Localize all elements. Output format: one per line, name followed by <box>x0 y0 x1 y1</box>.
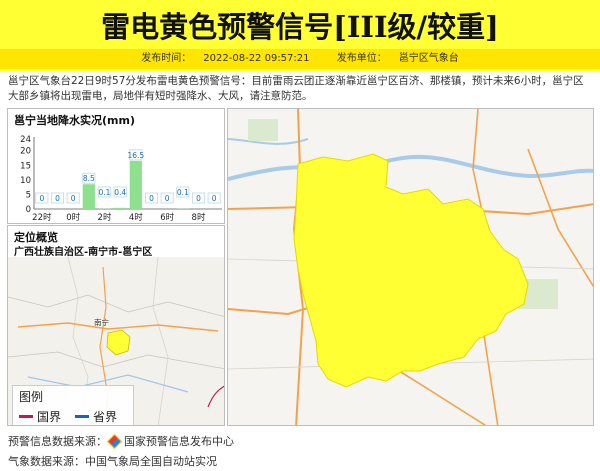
meta-bar: 发布时间： 2022-08-22 09:57:21 发布单位： 邕宁区气象台 <box>0 49 600 69</box>
rain-value-label: 0 <box>55 194 60 203</box>
rain-bar <box>129 160 142 209</box>
publisher: 发布单位： 邕宁区气象台 <box>331 53 465 64</box>
detail-map[interactable] <box>227 108 594 426</box>
rain-bar <box>82 184 95 209</box>
warning-source-value: 国家预警信息发布中心 <box>124 435 234 448</box>
warning-source-label: 预警信息数据来源： <box>8 435 107 448</box>
rain-value-label: 0 <box>39 194 44 203</box>
publisher-value: 邕宁区气象台 <box>398 53 459 64</box>
footer-warning-source: 预警信息数据来源： 国家预警信息发布中心 <box>8 433 234 449</box>
rain-value-label: 0 <box>71 194 76 203</box>
rain-value-label: 0.1 <box>99 188 111 197</box>
rainfall-chart: 24201510500 0 08.50.1 0.416.50 00.10 022时 0时 2时… <box>20 135 222 223</box>
national-border-swatch <box>19 415 33 418</box>
legend-item-national-border: 国界 <box>19 408 61 425</box>
publish-time-label: 发布时间： <box>141 53 192 64</box>
rainfall-panel: 邕宁当地降水实况(mm) 24 20 15 10 5 0 0 0 0 8.5 0.1 0.4 16.5 0… <box>7 108 225 224</box>
x-tick-label: 2时 <box>98 212 112 223</box>
legend-title: 图例 <box>19 390 44 404</box>
x-tick-label: 4时 <box>129 212 143 223</box>
y-tick-label: 5 <box>26 190 31 200</box>
map-legend: 图例 国界 省界 <box>12 385 134 425</box>
weather-source-value: 中国气象局全国自动站实况 <box>85 455 217 468</box>
rain-value-label: 0 <box>149 194 154 203</box>
legend-item-provincial-border: 省界 <box>75 408 117 425</box>
page-title: 雷电黄色预警信号[III级/较重] <box>101 10 499 44</box>
rain-value-label: 0.4 <box>114 188 126 197</box>
warning-center-logo-icon <box>106 433 123 449</box>
rain-bar <box>114 207 127 209</box>
y-tick-label: 15 <box>20 161 31 171</box>
location-path: 广西壮族自治区-南宁市-邕宁区 <box>14 247 153 258</box>
publisher-label: 发布单位： <box>336 53 387 64</box>
header-banner: 雷电黄色预警信号[III级/较重] 发布时间： 2022-08-22 09:57:… <box>0 0 600 71</box>
legend-item-national-border-label: 国界 <box>37 410 62 424</box>
y-tick-label: 20 <box>20 147 31 157</box>
rain-value-label: 16.5 <box>127 151 144 160</box>
x-tick-label: 0时 <box>66 212 80 223</box>
weather-source-label: 气象数据来源： <box>8 455 85 468</box>
y-tick-label: 24 <box>20 135 31 145</box>
y-tick-label: 0 <box>26 205 31 215</box>
x-tick-label: 22时 <box>32 212 52 223</box>
publish-time: 发布时间： 2022-08-22 09:57:21 <box>135 53 315 64</box>
y-tick-label: 10 <box>20 176 31 186</box>
x-tick-label: 6时 <box>160 212 174 223</box>
footer-weather-source: 气象数据来源： 中国气象局全国自动站实况 <box>8 453 217 469</box>
rain-value-label: 0 <box>212 194 217 203</box>
rain-value-label: 0 <box>196 194 201 203</box>
legend-item-provincial-border-label: 省界 <box>93 410 118 424</box>
map-city-label: 南宁 <box>94 317 109 327</box>
x-tick-label: 8时 <box>192 212 206 223</box>
publish-time-value: 2022-08-22 09:57:21 <box>203 53 310 64</box>
detail-map-canvas[interactable] <box>228 109 594 426</box>
provincial-border-swatch <box>75 415 89 418</box>
rain-value-label: 8.5 <box>83 174 95 183</box>
rain-value-label: 0 <box>165 194 170 203</box>
warning-description: 邕宁区气象台22日9时57分发布雷电黄色预警信号：目前雷雨云团正逐渐靠近邕宁区百… <box>8 75 584 102</box>
rain-value-label: 0.1 <box>177 188 189 197</box>
location-panel: 定位概览 广西壮族自治区-南宁市-邕宁区 南宁 图例 国界 省界 <box>7 225 225 426</box>
